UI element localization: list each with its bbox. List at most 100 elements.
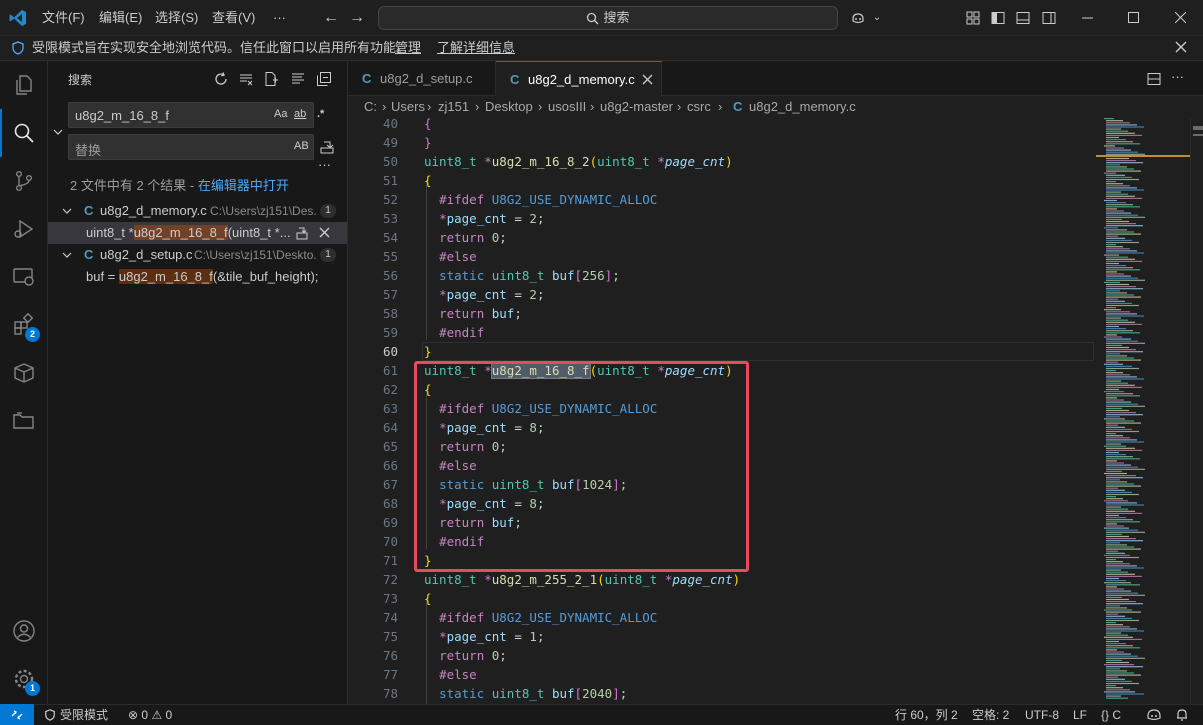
minimap-line bbox=[1106, 214, 1138, 216]
files-icon bbox=[16, 75, 32, 95]
result-match-row[interactable]: buf = u8g2_m_16_8_f(&tile_buf_height); bbox=[48, 266, 347, 288]
tab-u8g2-d-memory[interactable]: C u8g2_d_memory.c bbox=[496, 61, 662, 97]
minimap-line bbox=[1106, 139, 1126, 141]
warning-icon: ⚠ bbox=[151, 708, 163, 722]
copilot-icon[interactable] bbox=[850, 10, 866, 26]
search-view-button[interactable] bbox=[0, 109, 48, 157]
code-line: return buf; bbox=[439, 306, 522, 321]
minimap-line bbox=[1106, 294, 1134, 296]
customize-layout-icon[interactable] bbox=[965, 10, 981, 26]
breadcrumb-item[interactable]: Users bbox=[391, 96, 425, 118]
preserve-case-toggle[interactable]: AB bbox=[294, 140, 309, 152]
minimap-line bbox=[1106, 153, 1145, 155]
result-file-row[interactable]: C u8g2_d_memory.c C:\Users\zj151\Des... … bbox=[48, 200, 347, 222]
banner-text: 受限模式旨在实现安全地浏览代码。信任此窗口以启用所有功能。 bbox=[32, 40, 410, 55]
menu-more[interactable]: ··· bbox=[273, 0, 286, 36]
accounts-button[interactable] bbox=[0, 607, 48, 655]
close-tab-icon[interactable] bbox=[642, 74, 653, 85]
minimap-line bbox=[1106, 399, 1124, 401]
split-editor-icon[interactable] bbox=[1146, 71, 1162, 87]
minimap-line bbox=[1106, 349, 1136, 351]
refresh-icon[interactable] bbox=[213, 71, 229, 87]
source-control-button[interactable] bbox=[0, 157, 48, 205]
vertical-scrollbar[interactable] bbox=[1190, 118, 1203, 704]
minimap-line bbox=[1106, 195, 1135, 197]
manage-link[interactable]: 管理 bbox=[395, 36, 421, 60]
indentation-item[interactable]: 空格: 2 bbox=[972, 705, 1009, 725]
folders-button[interactable] bbox=[0, 397, 48, 445]
use-regex-toggle[interactable]: .* bbox=[317, 108, 324, 120]
close-window-button[interactable] bbox=[1157, 0, 1203, 36]
minimap-line bbox=[1106, 256, 1128, 258]
eol-item[interactable]: LF bbox=[1073, 705, 1087, 725]
breadcrumb-item[interactable]: csrc bbox=[687, 96, 711, 118]
match-whole-word-toggle[interactable]: ab bbox=[294, 108, 306, 120]
problems-item[interactable]: ⊗ 0 ⚠ 0 bbox=[128, 705, 172, 725]
remote-explorer-button[interactable] bbox=[0, 253, 48, 301]
tab-u8g2-d-setup[interactable]: C u8g2_d_setup.c bbox=[348, 61, 496, 96]
match-case-toggle[interactable]: Aa bbox=[274, 108, 287, 120]
minimap-line bbox=[1106, 521, 1140, 523]
restricted-mode-item[interactable]: 受限模式 bbox=[44, 705, 108, 725]
command-center-search[interactable]: 搜索 bbox=[378, 6, 838, 30]
remote-indicator-button[interactable] bbox=[0, 704, 34, 725]
minimize-button[interactable] bbox=[1064, 0, 1110, 36]
minimap-line bbox=[1106, 409, 1129, 412]
breadcrumb-item[interactable]: zj151 bbox=[438, 96, 469, 118]
more-options-icon[interactable]: ··· bbox=[318, 157, 331, 172]
minimap-line bbox=[1106, 164, 1120, 166]
minimap-line bbox=[1106, 611, 1141, 613]
toggle-primary-sidebar-icon[interactable] bbox=[990, 10, 1006, 26]
forward-arrow-icon[interactable]: → bbox=[348, 9, 366, 27]
cursor-position-item[interactable]: 行 60，列 2 bbox=[895, 705, 958, 725]
encoding-item[interactable]: UTF-8 bbox=[1025, 705, 1059, 725]
new-search-editor-icon[interactable] bbox=[263, 71, 279, 87]
code-line: uint8_t *u8g2_m_16_8_2(uint8_t *page_cnt… bbox=[424, 154, 733, 169]
maximize-button[interactable] bbox=[1110, 0, 1156, 36]
minimap-line bbox=[1106, 397, 1117, 399]
explorer-button[interactable] bbox=[0, 61, 48, 109]
learn-more-link[interactable]: 了解详细信息 bbox=[437, 36, 515, 60]
toggle-replace-chevron-icon[interactable] bbox=[53, 127, 63, 137]
replace-input[interactable]: 替换 AB bbox=[68, 134, 314, 160]
current-line-highlight bbox=[422, 342, 1094, 361]
back-arrow-icon[interactable]: ← bbox=[322, 9, 340, 27]
menu-selection[interactable]: 选择(S) bbox=[155, 0, 198, 36]
toggle-panel-icon[interactable] bbox=[1015, 10, 1031, 26]
line-number: 59 bbox=[382, 325, 398, 340]
menu-edit[interactable]: 编辑(E) bbox=[99, 0, 142, 36]
minimap[interactable] bbox=[1096, 118, 1191, 704]
breadcrumb-item[interactable]: usosIII bbox=[548, 96, 586, 118]
close-icon[interactable] bbox=[1175, 41, 1187, 53]
search-input[interactable]: u8g2_m_16_8_f Aa ab .* bbox=[68, 102, 324, 128]
breadcrumb-item[interactable]: C: bbox=[364, 96, 377, 118]
breadcrumb-item[interactable]: u8g2_d_memory.c bbox=[749, 96, 856, 118]
dismiss-icon[interactable] bbox=[319, 227, 330, 238]
replace-all-icon[interactable] bbox=[319, 139, 335, 155]
breadcrumb-item[interactable]: u8g2-master bbox=[600, 96, 673, 118]
line-number: 71 bbox=[382, 553, 398, 568]
replace-icon[interactable] bbox=[295, 226, 309, 240]
menu-view[interactable]: 查看(V) bbox=[212, 0, 255, 36]
extensions-button[interactable]: 2 bbox=[0, 301, 48, 349]
view-as-tree-icon[interactable] bbox=[290, 71, 306, 87]
manage-settings-button[interactable]: 1 bbox=[0, 655, 48, 703]
more-actions-icon[interactable]: ··· bbox=[1171, 69, 1184, 84]
code-line: *page_cnt = 2; bbox=[439, 211, 545, 226]
menu-file[interactable]: 文件(F) bbox=[42, 0, 85, 36]
minimap-line bbox=[1106, 344, 1122, 346]
package-button[interactable] bbox=[0, 349, 48, 397]
breadcrumb-item[interactable]: Desktop bbox=[485, 96, 533, 118]
result-file-row[interactable]: C u8g2_d_setup.c C:\Users\zj151\Deskto..… bbox=[48, 244, 347, 266]
copilot-status-icon[interactable] bbox=[1146, 708, 1162, 722]
notifications-bell-icon[interactable] bbox=[1175, 708, 1189, 722]
run-debug-button[interactable] bbox=[0, 205, 48, 253]
collapse-all-icon[interactable] bbox=[316, 71, 332, 87]
result-match-row[interactable]: uint8_t *u8g2_m_16_8_f(uint8_t *... bbox=[48, 222, 347, 244]
minimap-line bbox=[1106, 319, 1128, 321]
chevron-down-icon[interactable]: ⌄ bbox=[868, 9, 886, 27]
open-in-editor-link[interactable]: 在编辑器中打开 bbox=[198, 178, 289, 193]
clear-results-icon[interactable] bbox=[238, 71, 254, 87]
language-mode-item[interactable]: {} C bbox=[1101, 705, 1121, 725]
toggle-secondary-sidebar-icon[interactable] bbox=[1041, 10, 1057, 26]
